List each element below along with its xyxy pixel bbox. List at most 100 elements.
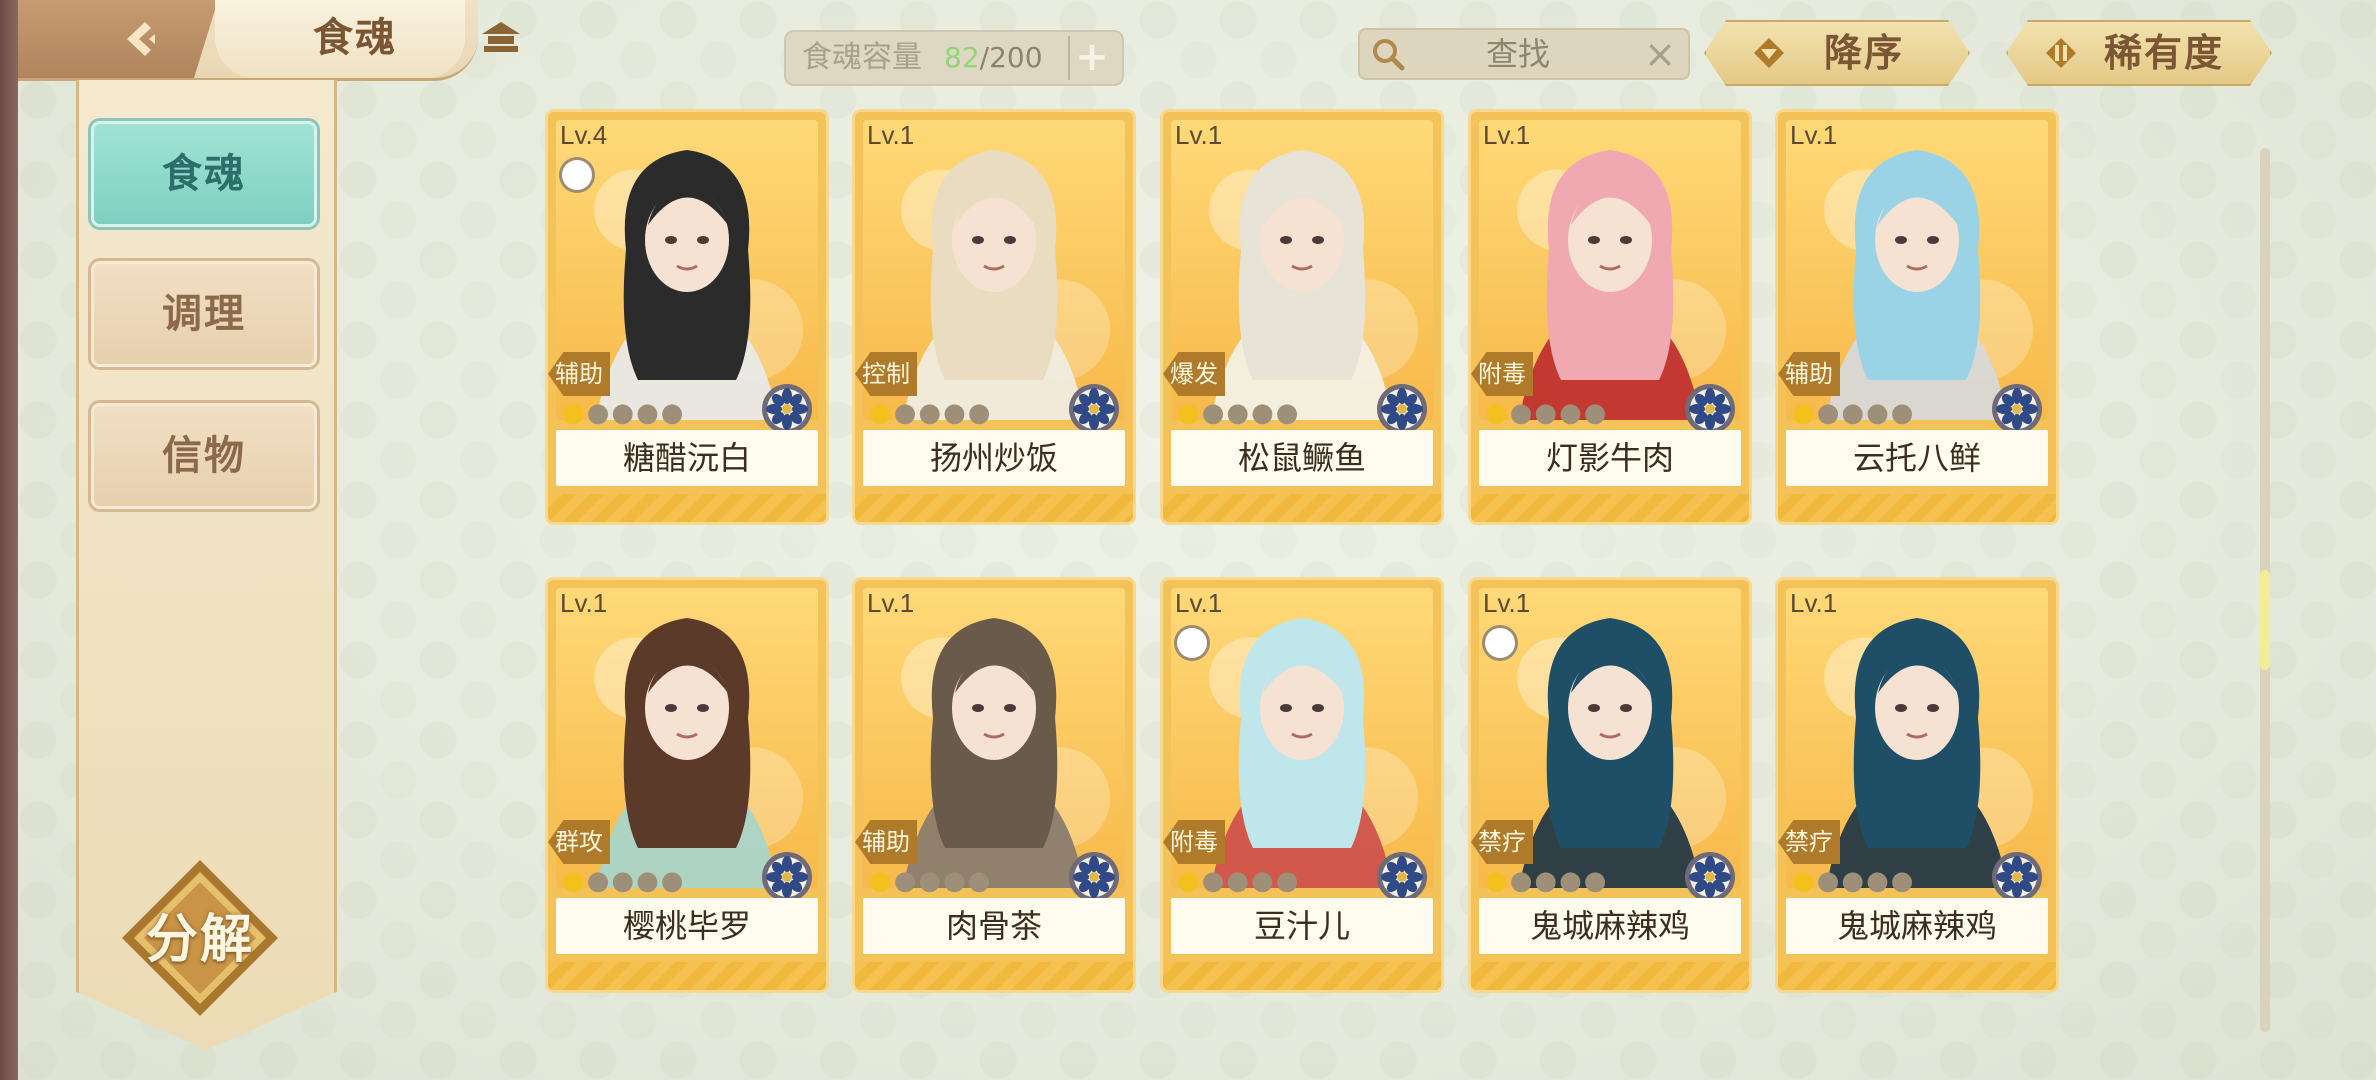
star-rating: ●●●●● bbox=[1485, 398, 1608, 428]
star-icon: ● bbox=[636, 398, 661, 428]
sort-down-icon bbox=[1752, 36, 1786, 70]
rarity-flower-icon bbox=[762, 384, 812, 434]
level-text: Lv.1 bbox=[1790, 588, 1838, 618]
food-soul-card[interactable]: Lv.1 附毒 ●●●●● 灯影牛肉 bbox=[1471, 112, 1749, 522]
card-footer bbox=[548, 494, 826, 522]
star-icon: ● bbox=[1485, 866, 1510, 896]
star-icon: ● bbox=[967, 398, 993, 428]
search-input[interactable]: 查找 bbox=[1418, 28, 1618, 80]
capacity-label: 食魂容量 bbox=[802, 40, 922, 75]
card-footer bbox=[1471, 962, 1749, 990]
food-soul-card[interactable]: Lv.1 辅助 ●●●●● 肉骨茶 bbox=[855, 580, 1133, 990]
star-rating: ●●●●● bbox=[1485, 866, 1608, 896]
star-rating: ●●●●● bbox=[869, 866, 992, 896]
star-icon: ● bbox=[869, 398, 894, 428]
star-icon: ● bbox=[1177, 398, 1202, 428]
star-icon: ● bbox=[1583, 866, 1609, 896]
rarity-flower-icon bbox=[1069, 384, 1119, 434]
level-text: Lv.1 bbox=[1483, 120, 1531, 150]
search-box[interactable]: 查找 × bbox=[1358, 28, 1690, 80]
food-soul-card[interactable]: Lv.1 附毒 ●●●●● 豆汁儿 bbox=[1163, 580, 1441, 990]
food-soul-name: 鬼城麻辣鸡 bbox=[1836, 907, 1997, 945]
food-soul-card[interactable]: Lv.1 群攻 ●●●●● 樱桃毕罗 bbox=[548, 580, 826, 990]
tab-food-soul[interactable]: 食魂 bbox=[94, 124, 314, 224]
star-icon: ● bbox=[869, 866, 894, 896]
star-icon: ● bbox=[1177, 866, 1202, 896]
window-edge bbox=[0, 0, 18, 1080]
star-icon: ● bbox=[1866, 398, 1891, 428]
star-icon: ● bbox=[1841, 866, 1867, 896]
level-text: Lv.1 bbox=[867, 120, 915, 150]
star-icon: ● bbox=[1816, 398, 1842, 428]
card-footer bbox=[1778, 962, 2056, 990]
star-icon: ● bbox=[636, 866, 661, 896]
rarity-flower-icon bbox=[762, 852, 812, 902]
star-icon: ● bbox=[660, 398, 686, 428]
capacity-current: 82 bbox=[944, 41, 980, 74]
star-icon: ● bbox=[1559, 866, 1584, 896]
food-soul-name: 豆汁儿 bbox=[1253, 907, 1350, 945]
capacity-value: 82/200 bbox=[944, 30, 1043, 86]
sort-toggle-icon bbox=[2044, 36, 2078, 70]
star-icon: ● bbox=[1226, 398, 1252, 428]
level-text: Lv.1 bbox=[1175, 588, 1223, 618]
food-soul-card[interactable]: Lv.1 辅助 ●●●●● 云托八鲜 bbox=[1778, 112, 2056, 522]
star-icon: ● bbox=[1890, 398, 1916, 428]
tab-token[interactable]: 信物 bbox=[94, 406, 314, 506]
star-icon: ● bbox=[1816, 866, 1842, 896]
food-soul-card[interactable]: Lv.1 禁疗 ●●●●● 鬼城麻辣鸡 bbox=[1778, 580, 2056, 990]
food-soul-name: 松鼠鳜鱼 bbox=[1237, 439, 1366, 477]
tab-food-soul-label: 食魂 bbox=[162, 151, 246, 197]
back-arrow-icon[interactable] bbox=[115, 14, 165, 64]
food-soul-name: 云托八鲜 bbox=[1852, 439, 1981, 477]
star-icon: ● bbox=[586, 398, 612, 428]
star-icon: ● bbox=[562, 866, 587, 896]
food-soul-card[interactable]: Lv.1 禁疗 ●●●●● 鬼城麻辣鸡 bbox=[1471, 580, 1749, 990]
star-icon: ● bbox=[562, 398, 587, 428]
star-icon: ● bbox=[1841, 398, 1867, 428]
card-footer bbox=[1163, 962, 1441, 990]
star-icon: ● bbox=[1559, 398, 1584, 428]
scrollbar-thumb[interactable] bbox=[2260, 570, 2270, 670]
star-icon: ● bbox=[1275, 398, 1301, 428]
decompose-label: 分解 bbox=[145, 910, 254, 970]
star-icon: ● bbox=[1534, 866, 1560, 896]
level-text: Lv.1 bbox=[1175, 120, 1223, 150]
food-soul-card[interactable]: Lv.4 辅助 ●●●●● 糖醋沅白 bbox=[548, 112, 826, 522]
rarity-flower-icon bbox=[1992, 384, 2042, 434]
sort-rarity-button[interactable]: 稀有度 bbox=[2006, 20, 2272, 86]
food-soul-card[interactable]: Lv.1 控制 ●●●●● 扬州炒饭 bbox=[855, 112, 1133, 522]
star-icon: ● bbox=[1792, 866, 1817, 896]
capacity-separator: / bbox=[979, 41, 990, 74]
star-icon: ● bbox=[1890, 866, 1916, 896]
food-soul-name: 糖醋沅白 bbox=[622, 439, 751, 477]
star-icon: ● bbox=[1866, 866, 1891, 896]
star-icon: ● bbox=[1251, 398, 1276, 428]
food-soul-card[interactable]: Lv.1 爆发 ●●●●● 松鼠鳜鱼 bbox=[1163, 112, 1441, 522]
level-text: Lv.1 bbox=[867, 588, 915, 618]
star-icon: ● bbox=[1226, 866, 1252, 896]
star-rating: ●●●●● bbox=[1792, 398, 1915, 428]
card-footer bbox=[1778, 494, 2056, 522]
food-soul-name: 肉骨茶 bbox=[945, 907, 1042, 945]
star-icon: ● bbox=[1509, 866, 1535, 896]
star-rating: ●●●●● bbox=[1792, 866, 1915, 896]
star-icon: ● bbox=[893, 866, 919, 896]
house-icon[interactable] bbox=[478, 18, 524, 58]
rarity-flower-icon bbox=[1069, 852, 1119, 902]
card-footer bbox=[855, 962, 1133, 990]
expand-capacity-button[interactable]: + bbox=[1068, 36, 1114, 80]
tab-cooking[interactable]: 调理 bbox=[94, 264, 314, 364]
sort-order-button[interactable]: 降序 bbox=[1704, 20, 1970, 86]
level-text: Lv.1 bbox=[560, 588, 608, 618]
level-text: Lv.1 bbox=[1790, 120, 1838, 150]
rarity-flower-icon bbox=[1685, 384, 1735, 434]
clear-search-icon[interactable]: × bbox=[1642, 34, 1678, 74]
search-icon bbox=[1370, 36, 1406, 72]
star-icon: ● bbox=[611, 866, 637, 896]
status-badge-icon bbox=[1485, 628, 1515, 658]
star-rating: ●●●●● bbox=[562, 398, 685, 428]
star-icon: ● bbox=[1201, 398, 1227, 428]
star-icon: ● bbox=[967, 866, 993, 896]
star-icon: ● bbox=[611, 398, 637, 428]
